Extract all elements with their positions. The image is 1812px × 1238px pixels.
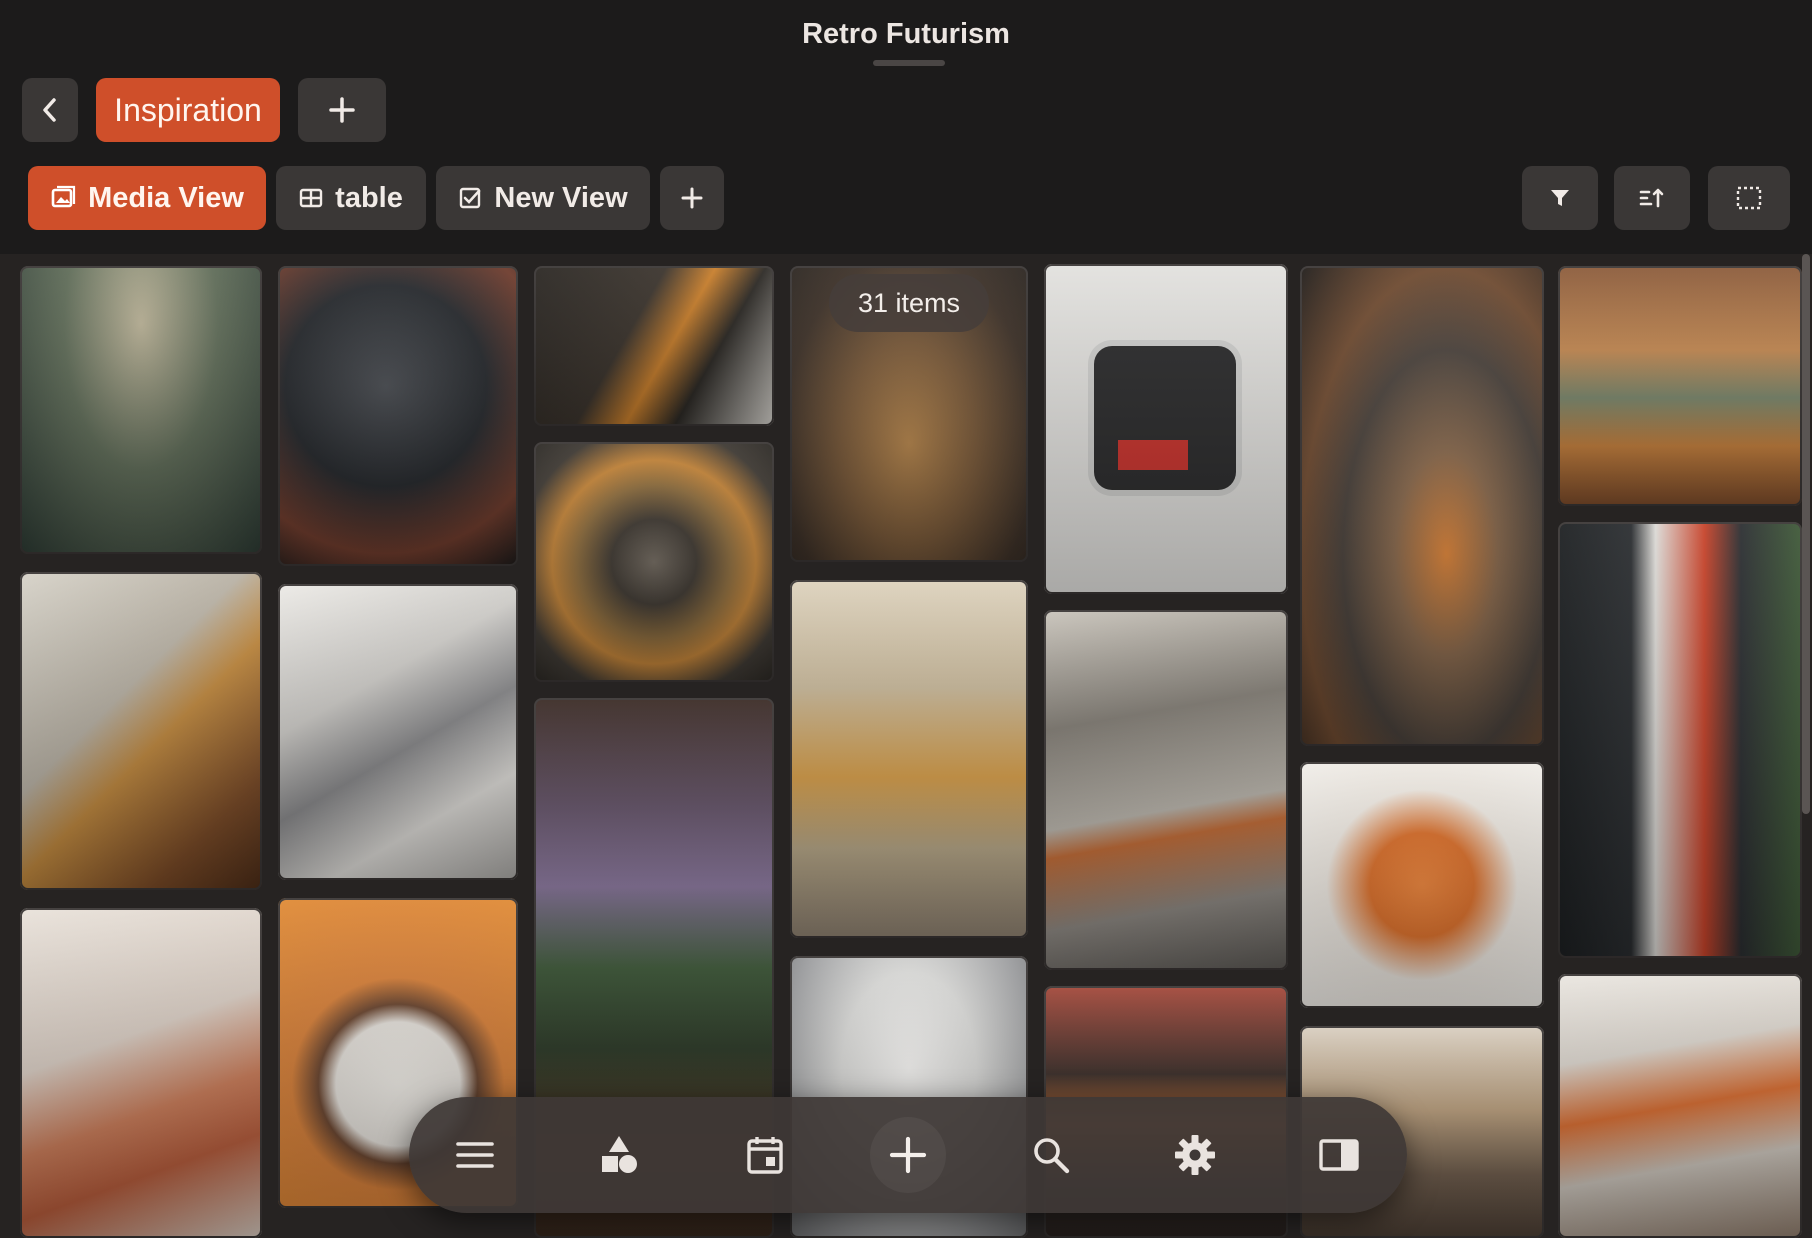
settings-button[interactable]	[1157, 1117, 1233, 1193]
image-icon	[51, 185, 76, 208]
view-media-label: Media View	[88, 181, 244, 214]
plus-icon	[889, 1136, 927, 1174]
tab-inspiration[interactable]: Inspiration	[96, 78, 280, 142]
shapes-button[interactable]	[581, 1117, 657, 1193]
gallery-item[interactable]	[1300, 266, 1544, 746]
checkbox-icon	[460, 187, 481, 209]
gallery-item[interactable]	[1044, 610, 1288, 970]
gallery-item[interactable]	[1558, 974, 1802, 1238]
tab-inspiration-label: Inspiration	[114, 91, 262, 128]
sort-button[interactable]	[1614, 166, 1690, 230]
gallery-item[interactable]	[20, 572, 262, 890]
view-table[interactable]: table	[276, 166, 426, 230]
calendar-button[interactable]	[727, 1117, 803, 1193]
filter-button[interactable]	[1522, 166, 1598, 230]
table-icon	[299, 188, 323, 208]
gallery-item[interactable]	[20, 266, 262, 554]
plus-icon	[329, 97, 355, 123]
gallery-item[interactable]	[20, 908, 262, 1238]
select-button[interactable]	[1708, 166, 1790, 230]
gallery-item[interactable]	[1044, 264, 1288, 594]
search-icon	[1034, 1138, 1070, 1174]
gallery-item[interactable]	[278, 584, 518, 880]
back-button[interactable]	[22, 78, 78, 142]
menu-button[interactable]	[437, 1117, 513, 1193]
sort-icon	[1639, 188, 1664, 208]
gallery-item[interactable]	[1558, 266, 1802, 506]
title-underline	[873, 60, 945, 66]
view-media[interactable]: Media View	[28, 166, 266, 230]
view-new[interactable]: New View	[436, 166, 650, 230]
select-icon	[1736, 186, 1762, 210]
filter-icon	[1551, 190, 1569, 206]
gear-icon	[1175, 1135, 1215, 1175]
gallery-item[interactable]	[534, 442, 774, 682]
chevron-left-icon	[43, 98, 56, 122]
gallery-item[interactable]	[1300, 762, 1544, 1008]
search-button[interactable]	[1013, 1117, 1089, 1193]
sidebar-icon	[1319, 1139, 1359, 1171]
menu-icon	[456, 1142, 494, 1168]
add-tab-button[interactable]	[298, 78, 386, 142]
gallery-item[interactable]	[1558, 522, 1802, 958]
shapes-icon	[602, 1136, 637, 1173]
item-count-badge: 31 items	[829, 274, 989, 332]
sidebar-toggle-button[interactable]	[1301, 1117, 1377, 1193]
gallery-item[interactable]	[534, 266, 774, 426]
plus-icon	[681, 187, 703, 209]
gallery-scrollbar[interactable]	[1802, 254, 1810, 814]
create-button[interactable]	[870, 1117, 946, 1193]
title-bar: Retro Futurism	[0, 0, 1812, 66]
view-new-label: New View	[494, 181, 628, 214]
gallery-item[interactable]	[790, 580, 1028, 938]
view-table-label: table	[335, 181, 403, 214]
page-title: Retro Futurism	[802, 18, 1010, 50]
calendar-icon	[747, 1137, 783, 1174]
bottom-dock	[409, 1097, 1407, 1213]
add-view-button[interactable]	[660, 166, 724, 230]
gallery-item[interactable]	[278, 266, 518, 566]
media-gallery	[0, 254, 1812, 1238]
